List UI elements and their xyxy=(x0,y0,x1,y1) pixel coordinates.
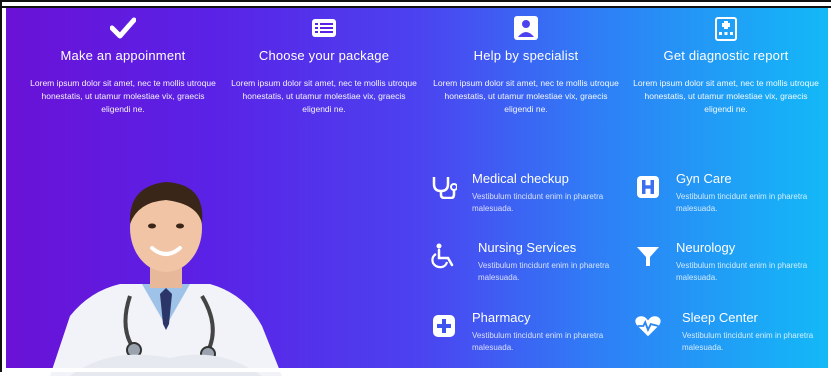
bottom-strip xyxy=(6,368,828,372)
stethoscope-icon xyxy=(430,173,458,201)
service-description: Vestibulum tincidunt enim in pharetra ma… xyxy=(478,261,610,282)
step-title: Choose your package xyxy=(258,48,390,63)
service-description: Vestibulum tincidunt enim in pharetra ma… xyxy=(472,192,604,213)
funnel-icon xyxy=(634,242,662,270)
specialist-icon xyxy=(426,14,626,42)
step-choose-package: Choose your package Lorem ipsum dolor si… xyxy=(224,8,424,116)
list-card-icon xyxy=(224,14,424,42)
service-neurology: Neurology Vestibulum tincidunt enim in p… xyxy=(634,240,824,292)
service-name: Sleep Center xyxy=(682,310,758,325)
service-name: Pharmacy xyxy=(472,310,531,325)
hospital-building-icon xyxy=(626,14,826,42)
service-sleep-center: Sleep Center Vestibulum tincidunt enim i… xyxy=(634,310,824,362)
step-description: Lorem ipsum dolor sit amet, nec te molli… xyxy=(433,78,619,114)
service-name: Medical checkup xyxy=(472,171,569,186)
hospital-sign-icon xyxy=(634,173,662,201)
service-description: Vestibulum tincidunt enim in pharetra ma… xyxy=(676,192,808,213)
service-description: Vestibulum tincidunt enim in pharetra ma… xyxy=(676,261,808,282)
service-nursing-services: Nursing Services Vestibulum tincidunt en… xyxy=(430,240,620,292)
service-name: Gyn Care xyxy=(676,171,732,186)
step-title: Help by specialist xyxy=(473,48,579,63)
service-description: Vestibulum tincidunt enim in pharetra ma… xyxy=(472,331,604,352)
service-medical-checkup: Medical checkup Vestibulum tincidunt eni… xyxy=(430,171,620,223)
step-help-specialist: Help by specialist Lorem ipsum dolor sit… xyxy=(426,8,626,116)
doctor-image xyxy=(50,176,282,376)
step-title: Make an appoinment xyxy=(60,48,186,63)
service-name: Neurology xyxy=(676,240,736,255)
service-gyn-care: Gyn Care Vestibulum tincidunt enim in ph… xyxy=(634,171,824,223)
plus-box-icon xyxy=(430,312,458,340)
heart-pulse-icon xyxy=(634,312,662,340)
step-title: Get diagnostic report xyxy=(663,48,789,63)
top-border xyxy=(0,0,831,2)
step-description: Lorem ipsum dolor sit amet, nec te molli… xyxy=(633,78,819,114)
checkmark-icon xyxy=(23,14,223,42)
step-description: Lorem ipsum dolor sit amet, nec te molli… xyxy=(30,78,216,114)
left-border xyxy=(0,0,2,372)
service-name: Nursing Services xyxy=(478,240,577,255)
screenshot-frame: Make an appoinment Lorem ipsum dolor sit… xyxy=(0,0,831,376)
step-diagnostic-report: Get diagnostic report Lorem ipsum dolor … xyxy=(626,8,826,116)
services-banner: Make an appoinment Lorem ipsum dolor sit… xyxy=(6,8,828,376)
step-make-appointment: Make an appoinment Lorem ipsum dolor sit… xyxy=(23,8,223,116)
wheelchair-icon xyxy=(430,242,458,270)
step-description: Lorem ipsum dolor sit amet, nec te molli… xyxy=(231,78,417,114)
service-description: Vestibulum tincidunt enim in pharetra ma… xyxy=(682,331,814,352)
service-pharmacy: Pharmacy Vestibulum tincidunt enim in ph… xyxy=(430,310,620,362)
